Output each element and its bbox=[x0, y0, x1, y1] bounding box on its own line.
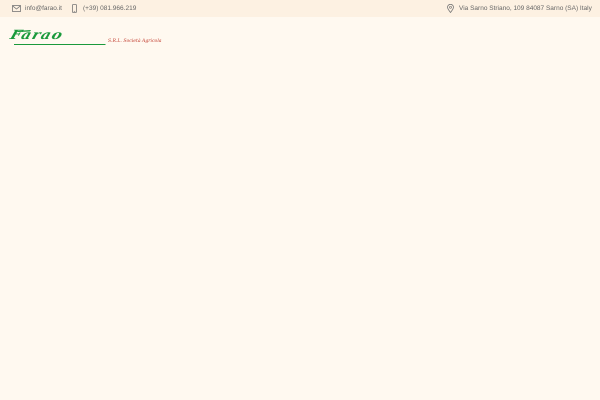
phone-text: (+39) 081.966.219 bbox=[83, 5, 137, 12]
top-contact-bar: info@farao.it (+39) 081.966.219 Via Sarn… bbox=[0, 0, 600, 17]
logo-tagline: S.R.L. Società Agricola bbox=[108, 39, 162, 44]
email-text: info@farao.it bbox=[25, 5, 62, 12]
envelope-icon bbox=[12, 5, 21, 12]
logo-wordmark: Farao bbox=[8, 27, 66, 43]
address-text: Via Sarno Striano, 109 84087 Sarno (SA) … bbox=[459, 5, 592, 12]
email-link[interactable]: info@farao.it bbox=[12, 0, 62, 17]
phone-link[interactable]: (+39) 081.966.219 bbox=[72, 0, 136, 17]
farao-logo[interactable]: Farao S.R.L. Società Agricola bbox=[8, 27, 162, 50]
address-info: Via Sarno Striano, 109 84087 Sarno (SA) … bbox=[447, 0, 592, 17]
smartphone-icon bbox=[72, 4, 77, 13]
map-pin-icon bbox=[447, 4, 454, 13]
